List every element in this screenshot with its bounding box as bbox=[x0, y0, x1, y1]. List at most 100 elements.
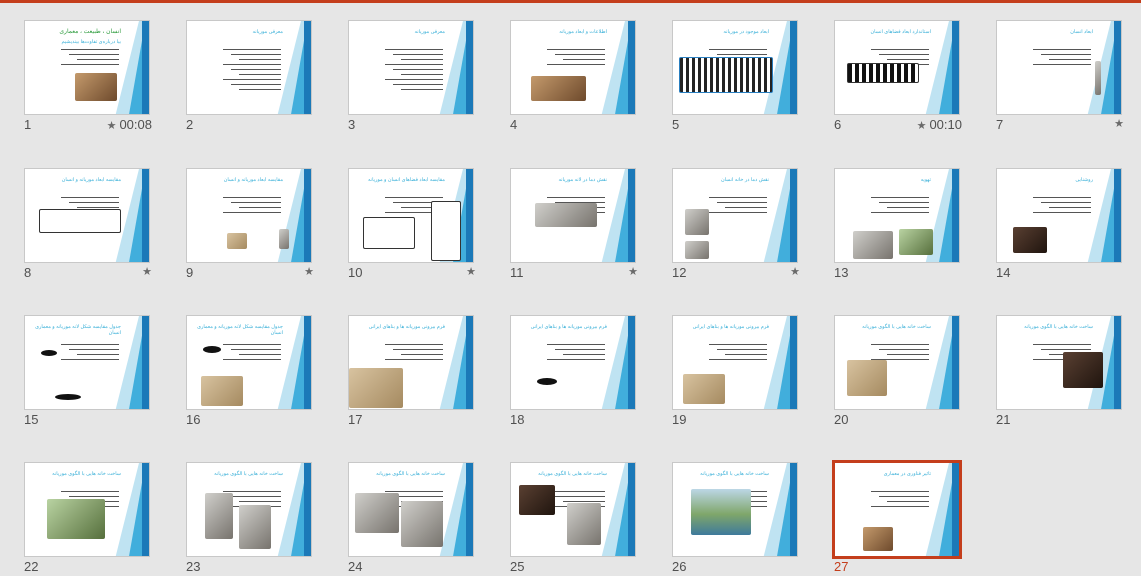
slide-theme-stripe bbox=[628, 463, 635, 556]
slide-preview[interactable]: معرفی موریانه bbox=[348, 20, 474, 115]
slide-timing-value: 00:10 bbox=[929, 117, 962, 132]
slide-preview[interactable]: انسان ، طبیعت ، معماری بیا درباره‌ی تفاوت… bbox=[24, 20, 150, 115]
slide-text-line bbox=[563, 354, 605, 356]
slide-text-line bbox=[223, 212, 281, 214]
slide-preview[interactable]: نقش دما در لانه موریانه bbox=[510, 168, 636, 263]
animation-star-icon[interactable]: ★ bbox=[790, 265, 800, 278]
slide-title: فرم بیرونی موریانه ها و بناهای ایرانی bbox=[368, 324, 445, 330]
slide-preview[interactable]: ساخت خانه هایی با الگوی موریانه bbox=[996, 315, 1122, 410]
slide-preview[interactable]: ساخت خانه هایی با الگوی موریانه bbox=[834, 315, 960, 410]
slide-text-line bbox=[879, 496, 929, 498]
slide-image bbox=[239, 505, 271, 549]
slide-image bbox=[847, 360, 887, 396]
slide-number: 5 bbox=[672, 117, 680, 132]
slide-preview[interactable]: جدول مقایسه شکل لانه موریانه و معماری ان… bbox=[186, 315, 312, 410]
slide-text-line bbox=[393, 69, 443, 71]
slide-title: نقش دما در لانه موریانه bbox=[558, 177, 607, 183]
slide-theme-stripe bbox=[466, 463, 473, 556]
slide-theme-stripe bbox=[304, 21, 311, 114]
slide-title: مقایسه ابعاد موریانه و انسان bbox=[223, 177, 283, 183]
slide-title: نقش دما در خانه انسان bbox=[720, 177, 769, 183]
slide-image bbox=[41, 350, 57, 356]
slide-theme-stripe bbox=[628, 21, 635, 114]
slide-image bbox=[519, 485, 555, 515]
slide-title: تهویه bbox=[920, 177, 931, 183]
slide-number: 15 bbox=[24, 412, 39, 427]
slide-title: روشنایی bbox=[1075, 177, 1093, 183]
slide-preview[interactable]: ساخت خانه هایی با الگوی موریانه bbox=[348, 462, 474, 557]
slide-number: 6 bbox=[834, 117, 842, 132]
slide-preview[interactable]: معرفی موریانه bbox=[186, 20, 312, 115]
slide-preview[interactable]: فرم بیرونی موریانه ها و بناهای ایرانی bbox=[510, 315, 636, 410]
slide-text-line bbox=[385, 64, 443, 66]
slide-image bbox=[1013, 227, 1047, 253]
slide-number: 26 bbox=[672, 559, 687, 574]
slide-text-line bbox=[555, 349, 605, 351]
slide-theme-stripe bbox=[142, 316, 149, 409]
slide-preview[interactable]: اطلاعات و ابعاد موریانه bbox=[510, 20, 636, 115]
animation-star-icon[interactable]: ★ bbox=[304, 265, 314, 278]
slide-theme-stripe bbox=[952, 316, 959, 409]
slide-text-line bbox=[1049, 59, 1091, 61]
animation-star-icon[interactable]: ★ bbox=[628, 265, 638, 278]
slide-text-line bbox=[709, 197, 767, 199]
slide-preview[interactable]: ساخت خانه هایی با الگوی موریانه bbox=[510, 462, 636, 557]
slide-number: 8 bbox=[24, 265, 32, 280]
slide-preview[interactable]: تهویه bbox=[834, 168, 960, 263]
slide-text-line bbox=[547, 491, 605, 493]
slide-theme-stripe bbox=[142, 463, 149, 556]
slide-theme-stripe bbox=[952, 21, 959, 114]
animation-star-icon[interactable]: ★ bbox=[466, 265, 476, 278]
slide-image bbox=[55, 394, 81, 400]
slide-text-line bbox=[239, 74, 281, 76]
slide-preview[interactable]: ساخت خانه هایی با الگوی موریانه bbox=[24, 462, 150, 557]
slide-preview[interactable]: جدول مقایسه شکل لانه موریانه و معماری ان… bbox=[24, 315, 150, 410]
slide-title: ابعاد موجود در موریانه bbox=[723, 29, 769, 35]
slide-preview[interactable]: مقایسه ابعاد موریانه و انسان bbox=[24, 168, 150, 263]
slide-text-line bbox=[871, 49, 929, 51]
slide-text-line bbox=[887, 59, 929, 61]
slide-preview[interactable]: مقایسه ابعاد فضاهای انسان و موریانه bbox=[348, 168, 474, 263]
slide-image bbox=[47, 499, 105, 539]
slide-text-line bbox=[393, 54, 443, 56]
slide-preview[interactable]: نقش دما در خانه انسان bbox=[672, 168, 798, 263]
slide-preview[interactable]: روشنایی bbox=[996, 168, 1122, 263]
slide-number: 17 bbox=[348, 412, 363, 427]
slide-text-line bbox=[725, 207, 767, 209]
animation-star-icon[interactable]: ★ bbox=[917, 120, 927, 132]
slide-text-line bbox=[401, 59, 443, 61]
slide-title: فرم بیرونی موریانه ها و بناهای ایرانی bbox=[692, 324, 769, 330]
slide-preview[interactable]: ساخت خانه هایی با الگوی موریانه bbox=[672, 462, 798, 557]
slide-text-line bbox=[239, 207, 281, 209]
slide-text-line bbox=[231, 84, 281, 86]
slide-number: 2 bbox=[186, 117, 194, 132]
slide-theme-stripe bbox=[466, 316, 473, 409]
slide-text-line bbox=[385, 359, 443, 361]
slide-image bbox=[201, 376, 243, 406]
slide-theme-stripe bbox=[304, 316, 311, 409]
slide-text-line bbox=[239, 501, 281, 503]
slide-image bbox=[685, 209, 709, 235]
slide-title: استاندارد ابعاد فضاهای انسان bbox=[870, 29, 931, 35]
slide-text-line bbox=[555, 496, 605, 498]
slide-text-line bbox=[709, 344, 767, 346]
slide-image bbox=[39, 209, 121, 233]
slide-text-line bbox=[61, 64, 119, 66]
slide-preview[interactable]: استاندارد ابعاد فضاهای انسان bbox=[834, 20, 960, 115]
animation-star-icon[interactable]: ★ bbox=[1114, 117, 1124, 130]
slide-preview[interactable]: فرم بیرونی موریانه ها و بناهای ایرانی bbox=[348, 315, 474, 410]
slide-image bbox=[355, 493, 399, 533]
slide-preview[interactable]: تاثیر فناوری در معماری bbox=[832, 460, 962, 559]
slide-image bbox=[1063, 352, 1103, 388]
slide-preview[interactable]: ساخت خانه هایی با الگوی موریانه bbox=[186, 462, 312, 557]
slide-preview[interactable]: فرم بیرونی موریانه ها و بناهای ایرانی bbox=[672, 315, 798, 410]
slide-number: 19 bbox=[672, 412, 687, 427]
animation-star-icon[interactable]: ★ bbox=[142, 265, 152, 278]
slide-preview[interactable]: مقایسه ابعاد موریانه و انسان bbox=[186, 168, 312, 263]
slide-number: 4 bbox=[510, 117, 518, 132]
slide-preview[interactable]: ابعاد موجود در موریانه bbox=[672, 20, 798, 115]
slide-title: تاثیر فناوری در معماری bbox=[883, 471, 931, 477]
slide-image bbox=[685, 241, 709, 259]
animation-star-icon[interactable]: ★ bbox=[107, 120, 117, 132]
slide-preview[interactable]: ابعاد انسان bbox=[996, 20, 1122, 115]
